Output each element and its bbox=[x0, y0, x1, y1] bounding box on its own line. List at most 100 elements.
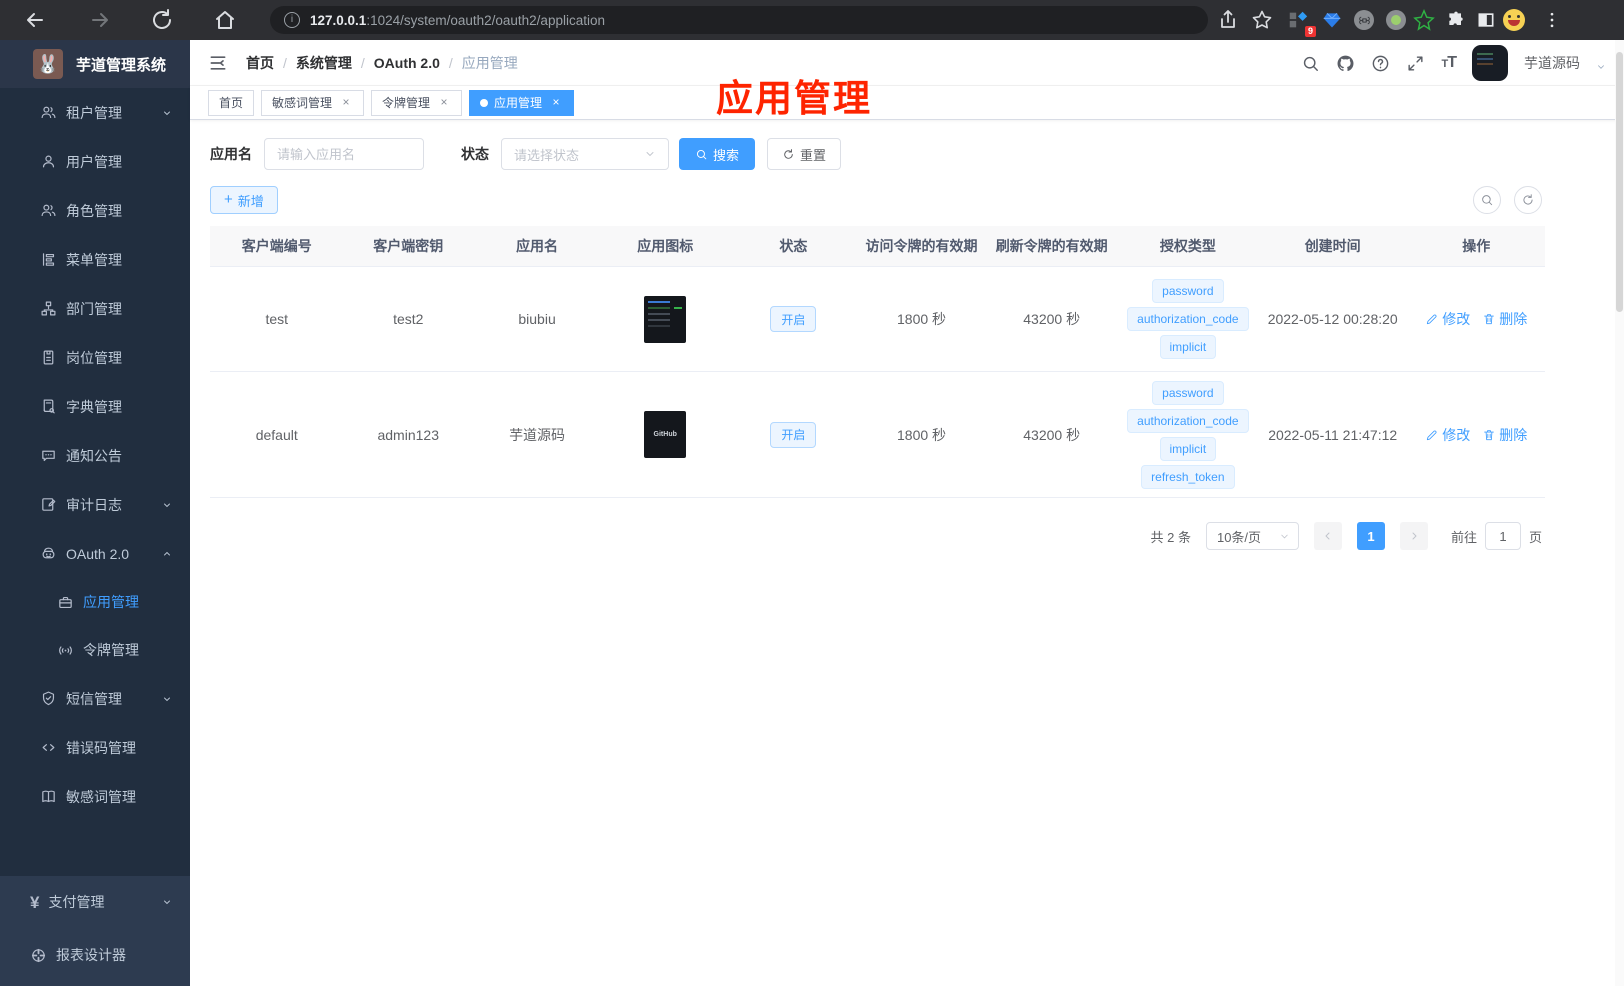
page-number-1[interactable]: 1 bbox=[1356, 522, 1385, 550]
chevron-right-icon bbox=[1412, 532, 1417, 540]
url-text: 127.0.0.1:1024/system/oauth2/oauth2/appl… bbox=[310, 12, 605, 28]
toggle-search-button[interactable] bbox=[1473, 186, 1501, 214]
sidebar-item-role[interactable]: 角色管理 bbox=[0, 186, 190, 235]
sidebar-item-dict[interactable]: 字典管理 bbox=[0, 382, 190, 431]
sidebar-item-oauth[interactable]: OAuth 2.0 bbox=[0, 529, 190, 578]
chevron-down-icon bbox=[164, 503, 170, 507]
share-icon[interactable] bbox=[1216, 8, 1240, 32]
prev-page-button[interactable] bbox=[1313, 522, 1342, 550]
page-content: 应用名 状态 请选择状态 搜索 重置 + 新 bbox=[190, 120, 1545, 550]
extension-record-icon[interactable] bbox=[1384, 8, 1408, 32]
add-button[interactable]: + 新增 bbox=[210, 186, 278, 214]
extension-tabs-icon[interactable]: 9 bbox=[1286, 8, 1316, 37]
breadcrumb-home[interactable]: 首页 bbox=[246, 53, 274, 73]
side-panel-icon[interactable] bbox=[1474, 8, 1498, 32]
github-icon[interactable] bbox=[1336, 54, 1355, 73]
tab-sensitive-word[interactable]: 敏感词管理 × bbox=[261, 89, 365, 116]
sidebar-item-sensitive-word[interactable]: 敏感词管理 bbox=[0, 772, 190, 821]
refresh-icon bbox=[784, 148, 793, 159]
status-label: 状态 bbox=[461, 146, 489, 162]
search-icon bbox=[696, 149, 707, 159]
browser-forward-button[interactable] bbox=[88, 8, 112, 32]
user-name[interactable]: 芋道源码 bbox=[1524, 53, 1580, 73]
sidebar-item-menu[interactable]: 菜单管理 bbox=[0, 235, 190, 284]
cell-actions: 修改 删除 bbox=[1407, 425, 1545, 445]
sidebar-item-notice[interactable]: 通知公告 bbox=[0, 431, 190, 480]
tab-home[interactable]: 首页 bbox=[208, 89, 255, 116]
sidebar-item-pay[interactable]: ¥ 支付管理 bbox=[0, 876, 190, 928]
extension-badge: 9 bbox=[1304, 26, 1316, 37]
page-scrollbar[interactable] bbox=[1615, 40, 1624, 986]
sidebar-item-tenant[interactable]: 租户管理 bbox=[0, 88, 190, 137]
user-avatar[interactable] bbox=[1472, 45, 1508, 81]
cell-client-id: default bbox=[255, 426, 298, 443]
sidebar-item-report-designer[interactable]: 报表设计器 bbox=[0, 928, 190, 982]
status-select[interactable]: 请选择状态 bbox=[501, 138, 669, 170]
edit-link[interactable]: 修改 bbox=[1425, 309, 1470, 329]
site-info-icon[interactable]: i bbox=[284, 12, 300, 28]
font-size-icon[interactable]: TT bbox=[1441, 54, 1456, 72]
grant-type-tag: implicit bbox=[1159, 335, 1217, 359]
close-icon[interactable]: × bbox=[549, 95, 563, 110]
sidebar-item-post[interactable]: 岗位管理 bbox=[0, 333, 190, 382]
browser-back-button[interactable] bbox=[23, 8, 47, 32]
sidebar-item-user[interactable]: 用户管理 bbox=[0, 137, 190, 186]
sidebar-item-error-code[interactable]: 错误码管理 bbox=[0, 723, 190, 772]
refresh-table-button[interactable] bbox=[1514, 186, 1542, 214]
grant-type-tag: authorization_code bbox=[1127, 307, 1249, 331]
address-bar[interactable]: i 127.0.0.1:1024/system/oauth2/oauth2/ap… bbox=[270, 6, 1208, 34]
scrollbar-thumb[interactable] bbox=[1616, 52, 1623, 312]
header-search-icon[interactable] bbox=[1301, 54, 1320, 73]
trash-icon bbox=[1484, 429, 1495, 440]
breadcrumb-oauth[interactable]: OAuth 2.0 bbox=[374, 55, 440, 71]
chevron-up-icon bbox=[164, 551, 170, 555]
breadcrumb-system[interactable]: 系统管理 bbox=[296, 53, 352, 73]
chevron-down-icon bbox=[646, 152, 654, 157]
logo-image: 🐰 bbox=[33, 49, 63, 79]
extensions-puzzle-icon[interactable] bbox=[1444, 8, 1468, 32]
refresh-icon bbox=[1523, 194, 1533, 205]
close-icon[interactable]: × bbox=[437, 95, 451, 110]
app-title: 芋道管理系统 bbox=[76, 56, 167, 74]
search-button[interactable]: 搜索 bbox=[679, 138, 756, 170]
help-icon[interactable] bbox=[1371, 54, 1390, 73]
browser-home-button[interactable] bbox=[213, 8, 237, 32]
cell-access-ttl: 1800 秒 bbox=[897, 426, 947, 443]
tab-application[interactable]: 应用管理 × bbox=[469, 89, 575, 116]
next-page-button[interactable] bbox=[1399, 522, 1428, 550]
delete-link[interactable]: 删除 bbox=[1482, 309, 1527, 329]
user-menu-caret-icon[interactable] bbox=[1596, 62, 1606, 72]
extension-command-icon[interactable] bbox=[1352, 8, 1376, 32]
browser-menu-icon[interactable] bbox=[1540, 8, 1564, 32]
sidebar-item-audit-log[interactable]: 审计日志 bbox=[0, 480, 190, 529]
close-icon[interactable]: × bbox=[339, 95, 353, 110]
pagination-total: 共 2 条 bbox=[1150, 529, 1191, 545]
bookmark-star-icon[interactable] bbox=[1250, 8, 1274, 32]
page-size-select[interactable]: 10条/页 bbox=[1205, 522, 1299, 550]
tab-token[interactable]: 令牌管理 × bbox=[371, 89, 463, 116]
user-icon bbox=[42, 155, 55, 168]
profile-avatar-icon[interactable] bbox=[1502, 8, 1526, 32]
message-icon bbox=[42, 450, 55, 462]
browser-reload-button[interactable] bbox=[150, 8, 174, 32]
app-name-input[interactable] bbox=[264, 138, 424, 170]
sidebar-item-dept[interactable]: 部门管理 bbox=[0, 284, 190, 333]
sidebar-toggle-icon[interactable] bbox=[208, 53, 228, 73]
grant-type-tag: password bbox=[1152, 279, 1224, 303]
sidebar-item-sms[interactable]: 短信管理 bbox=[0, 674, 190, 723]
sidebar-item-oauth-application[interactable]: 应用管理 bbox=[0, 578, 190, 626]
sidebar-top-level-group: ¥ 支付管理 报表设计器 bbox=[0, 876, 190, 986]
fullscreen-icon[interactable] bbox=[1406, 54, 1425, 73]
extension-gem-icon[interactable] bbox=[1320, 8, 1344, 32]
grant-type-tag: refresh_token bbox=[1141, 464, 1235, 489]
extension-star-icon[interactable] bbox=[1412, 8, 1436, 32]
code-icon bbox=[42, 744, 55, 751]
sidebar-item-oauth-token[interactable]: 令牌管理 bbox=[0, 626, 190, 674]
cell-secret: admin123 bbox=[377, 426, 439, 443]
reset-button[interactable]: 重置 bbox=[767, 138, 842, 170]
app-logo[interactable]: 🐰 芋道管理系统 bbox=[0, 40, 190, 88]
pagination: 共 2 条 10条/页 1 前往 页 bbox=[210, 522, 1545, 550]
delete-link[interactable]: 删除 bbox=[1482, 425, 1527, 445]
edit-link[interactable]: 修改 bbox=[1425, 425, 1470, 445]
goto-page-input[interactable] bbox=[1484, 522, 1521, 550]
